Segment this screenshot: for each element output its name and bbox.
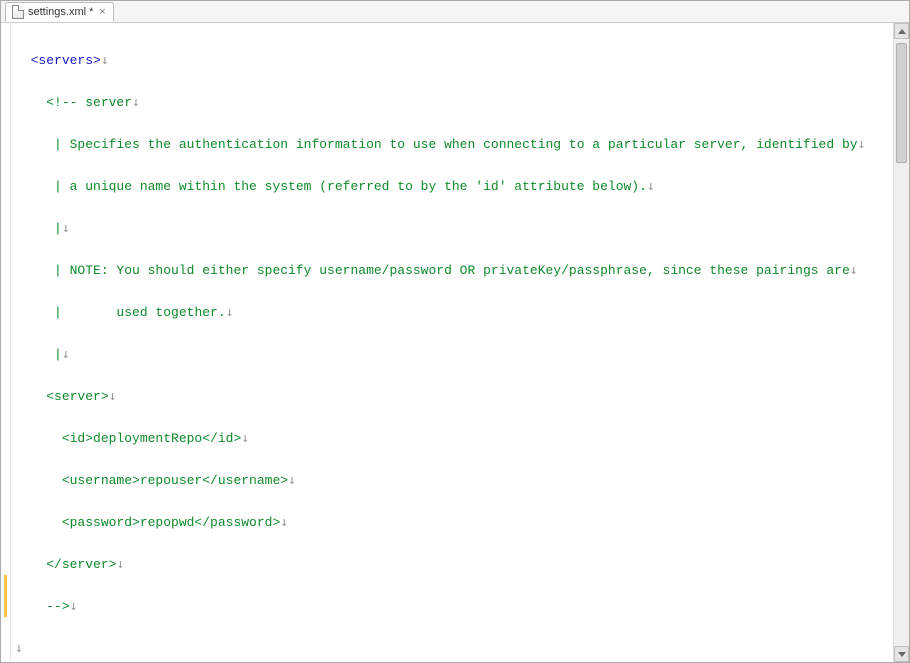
- scroll-up-button[interactable]: [894, 23, 909, 39]
- line-feed-icon: ↓: [288, 473, 296, 488]
- line-feed-icon: ↓: [858, 137, 866, 152]
- tab-settings-xml[interactable]: settings.xml * ×: [5, 2, 114, 22]
- tab-label: settings.xml *: [28, 6, 93, 18]
- code-line: |↓: [15, 344, 893, 365]
- chevron-up-icon: [898, 29, 906, 34]
- code-line: <servers>↓: [15, 50, 893, 71]
- code-line: <id>deploymentRepo</id>↓: [15, 428, 893, 449]
- line-feed-icon: ↓: [15, 641, 23, 656]
- code-editor[interactable]: <servers>↓ <!-- server↓ | Specifies the …: [11, 23, 893, 662]
- line-feed-icon: ↓: [241, 431, 249, 446]
- code-line: <server>↓: [15, 386, 893, 407]
- code-line: <username>repouser</username>↓: [15, 470, 893, 491]
- line-feed-icon: ↓: [101, 53, 109, 68]
- code-line: <!-- server↓: [15, 92, 893, 113]
- line-feed-icon: ↓: [109, 389, 117, 404]
- line-feed-icon: ↓: [280, 515, 288, 530]
- line-feed-icon: ↓: [850, 263, 858, 278]
- code-line: ↓: [15, 638, 893, 659]
- vertical-scrollbar[interactable]: [893, 23, 909, 662]
- change-gutter: [1, 23, 11, 662]
- code-line: | used together.↓: [15, 302, 893, 323]
- code-line: <password>repopwd</password>↓: [15, 512, 893, 533]
- code-line: </server>↓: [15, 554, 893, 575]
- code-line: |↓: [15, 218, 893, 239]
- editor-window: settings.xml * × <servers>↓ <!-- server↓…: [0, 0, 910, 663]
- change-marker: [4, 575, 7, 617]
- close-icon[interactable]: ×: [97, 7, 107, 17]
- line-feed-icon: ↓: [132, 95, 140, 110]
- line-feed-icon: ↓: [70, 599, 78, 614]
- code-line: | NOTE: You should either specify userna…: [15, 260, 893, 281]
- line-feed-icon: ↓: [62, 347, 70, 362]
- scrollbar-thumb[interactable]: [896, 43, 907, 163]
- file-icon: [12, 5, 24, 19]
- tab-bar: settings.xml * ×: [1, 1, 909, 23]
- line-feed-icon: ↓: [647, 179, 655, 194]
- code-line: -->↓: [15, 596, 893, 617]
- editor-area: <servers>↓ <!-- server↓ | Specifies the …: [1, 23, 909, 662]
- code-line: | Specifies the authentication informati…: [15, 134, 893, 155]
- code-line: | a unique name within the system (refer…: [15, 176, 893, 197]
- scroll-down-button[interactable]: [894, 646, 909, 662]
- line-feed-icon: ↓: [62, 221, 70, 236]
- chevron-down-icon: [898, 652, 906, 657]
- line-feed-icon: ↓: [226, 305, 234, 320]
- line-feed-icon: ↓: [116, 557, 124, 572]
